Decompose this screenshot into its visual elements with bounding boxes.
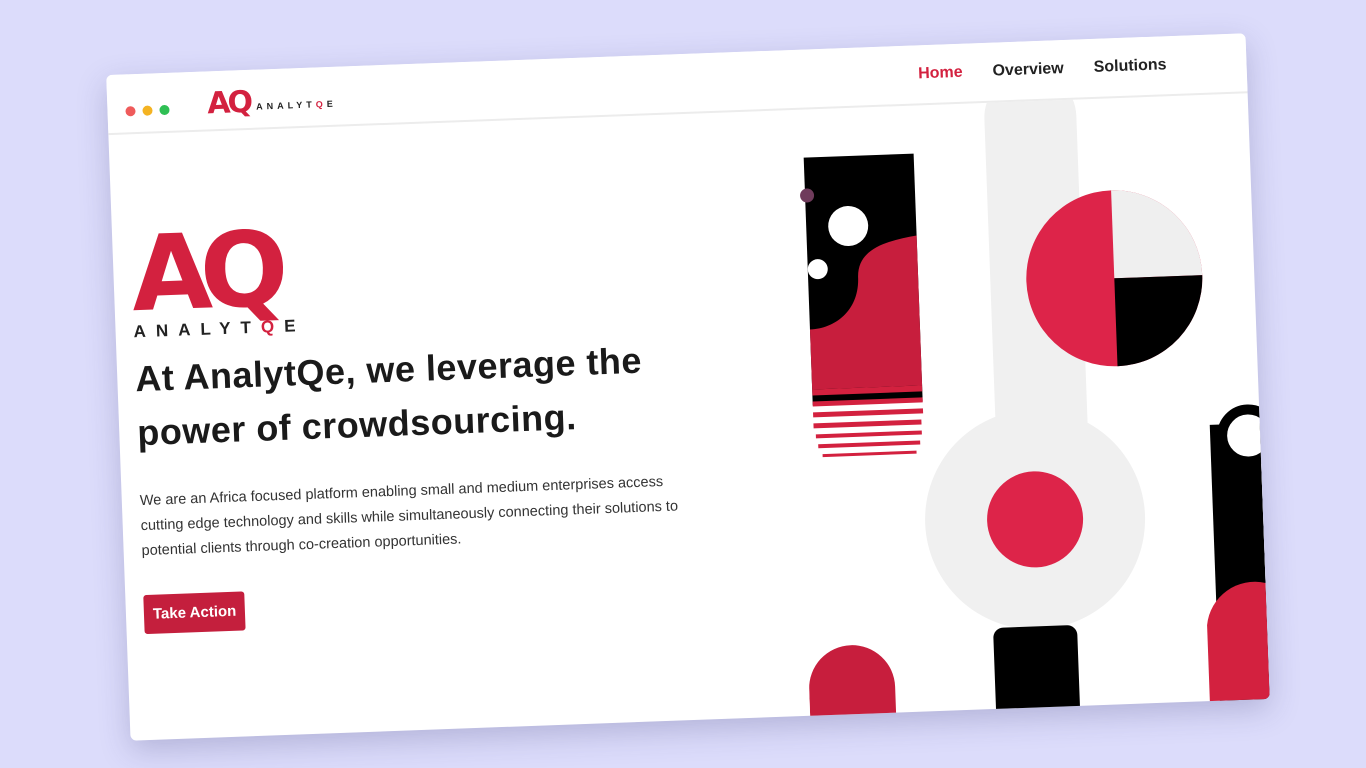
window-minimize-dot-icon[interactable] (142, 105, 153, 116)
main-nav: Home Overview Solutions (918, 56, 1167, 83)
striped-tube-shape (800, 153, 924, 458)
take-action-button[interactable]: Take Action (143, 591, 246, 635)
right-white-ring-shape (1217, 404, 1270, 467)
nav-overview-link[interactable]: Overview (992, 60, 1064, 81)
hero-headline: At AnalytQe, we leverage the power of cr… (134, 339, 643, 454)
header-logo-mark: AQ (206, 84, 251, 122)
nav-solutions-link[interactable]: Solutions (1093, 56, 1167, 77)
window-controls (125, 104, 170, 117)
header-logo[interactable]: AQ ANALYTQE (206, 84, 338, 122)
right-red-shape (1207, 581, 1270, 706)
hero-illustration (800, 71, 1270, 720)
window-close-dot-icon[interactable] (125, 106, 136, 117)
header-logo-wordmark: ANALYTQE (255, 98, 338, 112)
hero-logo-mark: AQ (129, 208, 279, 336)
window-maximize-dot-icon[interactable] (159, 104, 170, 116)
black-bar-shape (993, 625, 1082, 720)
nav-home-link[interactable]: Home (918, 64, 963, 84)
browser-window: AQ ANALYTQE Home Overview Solutions AQ A… (106, 33, 1270, 741)
hero-description: We are an Africa focused platform enabli… (139, 473, 679, 560)
red-arch-shape (809, 645, 897, 720)
hero-logo: AQ ANALYTQE (129, 208, 306, 342)
